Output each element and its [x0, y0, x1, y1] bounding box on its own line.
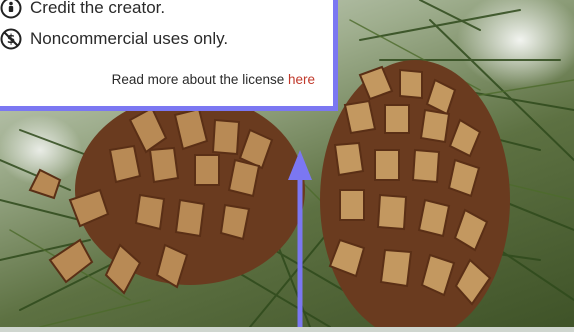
license-row-credit: Credit the creator.	[0, 0, 165, 19]
license-here-link[interactable]: here	[288, 72, 315, 87]
svg-text:$: $	[7, 32, 15, 46]
read-more-text: Read more about the license	[111, 72, 288, 87]
cc-by-icon	[0, 0, 22, 19]
read-more-license: Read more about the license here	[112, 72, 315, 87]
pointer-arrow-icon	[285, 150, 315, 332]
license-credit-text: Credit the creator.	[30, 0, 166, 17]
license-popup: Credit the creator. $ Noncommercial uses…	[0, 0, 338, 111]
license-row-noncommercial: $ Noncommercial uses only.	[0, 28, 228, 50]
license-noncommercial-text: Noncommercial uses only.	[30, 29, 229, 48]
cc-nc-icon: $	[0, 28, 22, 50]
